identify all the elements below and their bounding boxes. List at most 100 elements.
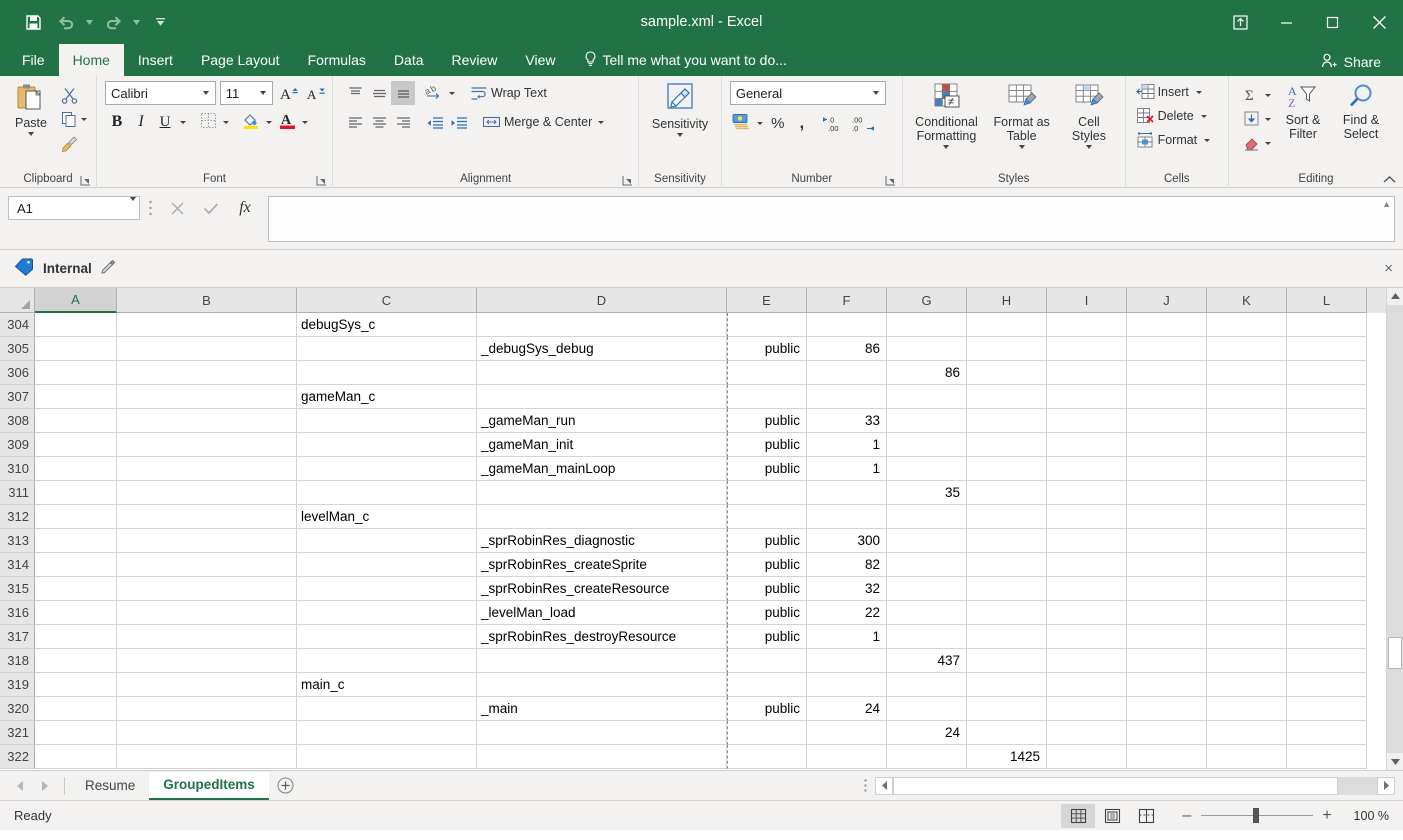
undo-dropdown-icon[interactable]	[84, 8, 95, 36]
cell-A311[interactable]	[35, 481, 117, 505]
column-header-g[interactable]: G	[887, 288, 967, 313]
cell-F312[interactable]	[807, 505, 887, 529]
borders-button[interactable]	[196, 110, 220, 134]
cell-D309[interactable]: _gameMan_init	[477, 433, 727, 457]
cell-J313[interactable]	[1127, 529, 1207, 553]
row-header[interactable]: 307	[0, 385, 35, 409]
cell-H309[interactable]	[967, 433, 1047, 457]
column-header-c[interactable]: C	[297, 288, 477, 313]
cell-K307[interactable]	[1207, 385, 1287, 409]
table-row[interactable]: 307 gameMan_c	[0, 385, 1386, 409]
expand-formula-bar-icon[interactable]: ▲	[1382, 199, 1391, 209]
pencil-icon[interactable]	[100, 258, 116, 279]
redo-dropdown-icon[interactable]	[131, 8, 142, 36]
cell-L322[interactable]	[1287, 745, 1367, 769]
close-icon[interactable]	[1355, 0, 1403, 44]
font-dialog-launcher-icon[interactable]	[315, 174, 327, 186]
cell-I306[interactable]	[1047, 361, 1127, 385]
sensitivity-button[interactable]: Sensitivity	[646, 81, 714, 170]
cell-A314[interactable]	[35, 553, 117, 577]
cell-B319[interactable]	[117, 673, 297, 697]
zoom-out-button[interactable]: –	[1173, 807, 1201, 825]
increase-indent-button[interactable]	[446, 110, 470, 134]
cell-B309[interactable]	[117, 433, 297, 457]
cell-G313[interactable]	[887, 529, 967, 553]
cell-E309[interactable]: public	[727, 433, 807, 457]
cell-D310[interactable]: _gameMan_mainLoop	[477, 457, 727, 481]
align-right-button[interactable]	[391, 110, 415, 134]
cell-J306[interactable]	[1127, 361, 1207, 385]
delete-dropdown-icon[interactable]	[1200, 114, 1207, 118]
cell-G315[interactable]	[887, 577, 967, 601]
cell-K304[interactable]	[1207, 313, 1287, 337]
cell-B312[interactable]	[117, 505, 297, 529]
cell-K319[interactable]	[1207, 673, 1287, 697]
cell-A310[interactable]	[35, 457, 117, 481]
cell-K320[interactable]	[1207, 697, 1287, 721]
sensitivity-dropdown-icon[interactable]	[677, 133, 684, 138]
paste-dropdown-icon[interactable]	[28, 132, 34, 137]
cell-G309[interactable]	[887, 433, 967, 457]
cell-E308[interactable]: public	[727, 409, 807, 433]
enter-formula-button[interactable]	[194, 196, 228, 220]
cell-C304[interactable]: debugSys_c	[297, 313, 477, 337]
format-dropdown-icon[interactable]	[1204, 138, 1211, 142]
scroll-left-button[interactable]	[875, 776, 893, 795]
increase-decimal-button[interactable]: .0.00	[821, 111, 849, 135]
scroll-up-button[interactable]	[1387, 288, 1403, 305]
cell-H308[interactable]	[967, 409, 1047, 433]
cell-D319[interactable]	[477, 673, 727, 697]
font-size-dropdown-icon[interactable]	[256, 91, 270, 95]
decrease-font-size-button[interactable]: A	[304, 81, 327, 105]
merge-center-dropdown-icon[interactable]	[598, 120, 605, 124]
cell-L304[interactable]	[1287, 313, 1367, 337]
cell-F304[interactable]	[807, 313, 887, 337]
cell-F314[interactable]: 82	[807, 553, 887, 577]
cell-C315[interactable]	[297, 577, 477, 601]
cell-K321[interactable]	[1207, 721, 1287, 745]
cell-C322[interactable]	[297, 745, 477, 769]
number-dialog-launcher-icon[interactable]	[885, 174, 897, 186]
cell-I322[interactable]	[1047, 745, 1127, 769]
table-row[interactable]: 313 _sprRobinRes_diagnostic public 300	[0, 529, 1386, 553]
cell-K318[interactable]	[1207, 649, 1287, 673]
cell-H320[interactable]	[967, 697, 1047, 721]
column-header-h[interactable]: H	[967, 288, 1047, 313]
next-sheet-button[interactable]	[32, 773, 58, 799]
cell-E310[interactable]: public	[727, 457, 807, 481]
conditional-formatting-button[interactable]: ≠ Conditional Formatting	[909, 81, 983, 170]
cell-E307[interactable]	[727, 385, 807, 409]
cell-E316[interactable]: public	[727, 601, 807, 625]
cell-I320[interactable]	[1047, 697, 1127, 721]
format-as-table-button[interactable]: Format as Table	[987, 81, 1057, 170]
cell-E304[interactable]	[727, 313, 807, 337]
cell-F315[interactable]: 32	[807, 577, 887, 601]
cell-D312[interactable]	[477, 505, 727, 529]
cell-J307[interactable]	[1127, 385, 1207, 409]
page-layout-view-icon[interactable]	[1095, 804, 1129, 828]
fill-color-button[interactable]	[239, 110, 263, 134]
font-color-button[interactable]: A	[275, 110, 299, 134]
table-row[interactable]: 321 24	[0, 721, 1386, 745]
column-header-a[interactable]: A	[35, 288, 117, 313]
cancel-formula-button[interactable]	[160, 196, 194, 220]
cell-F307[interactable]	[807, 385, 887, 409]
cell-K311[interactable]	[1207, 481, 1287, 505]
column-header-f[interactable]: F	[807, 288, 887, 313]
insert-cells-button[interactable]: Insert	[1132, 80, 1223, 104]
column-header-b[interactable]: B	[117, 288, 297, 313]
autosum-button[interactable]: Σ	[1239, 83, 1275, 107]
cell-J321[interactable]	[1127, 721, 1207, 745]
tab-review[interactable]: Review	[438, 44, 512, 76]
bold-button[interactable]: B	[105, 110, 129, 134]
cell-A313[interactable]	[35, 529, 117, 553]
align-top-button[interactable]	[343, 81, 367, 105]
cell-I309[interactable]	[1047, 433, 1127, 457]
cell-H318[interactable]	[967, 649, 1047, 673]
cell-B305[interactable]	[117, 337, 297, 361]
cell-I313[interactable]	[1047, 529, 1127, 553]
cell-D317[interactable]: _sprRobinRes_destroyResource	[477, 625, 727, 649]
cell-G312[interactable]	[887, 505, 967, 529]
table-row[interactable]: 308 _gameMan_run public 33	[0, 409, 1386, 433]
sort-filter-button[interactable]: AZ Sort & Filter	[1275, 81, 1331, 170]
